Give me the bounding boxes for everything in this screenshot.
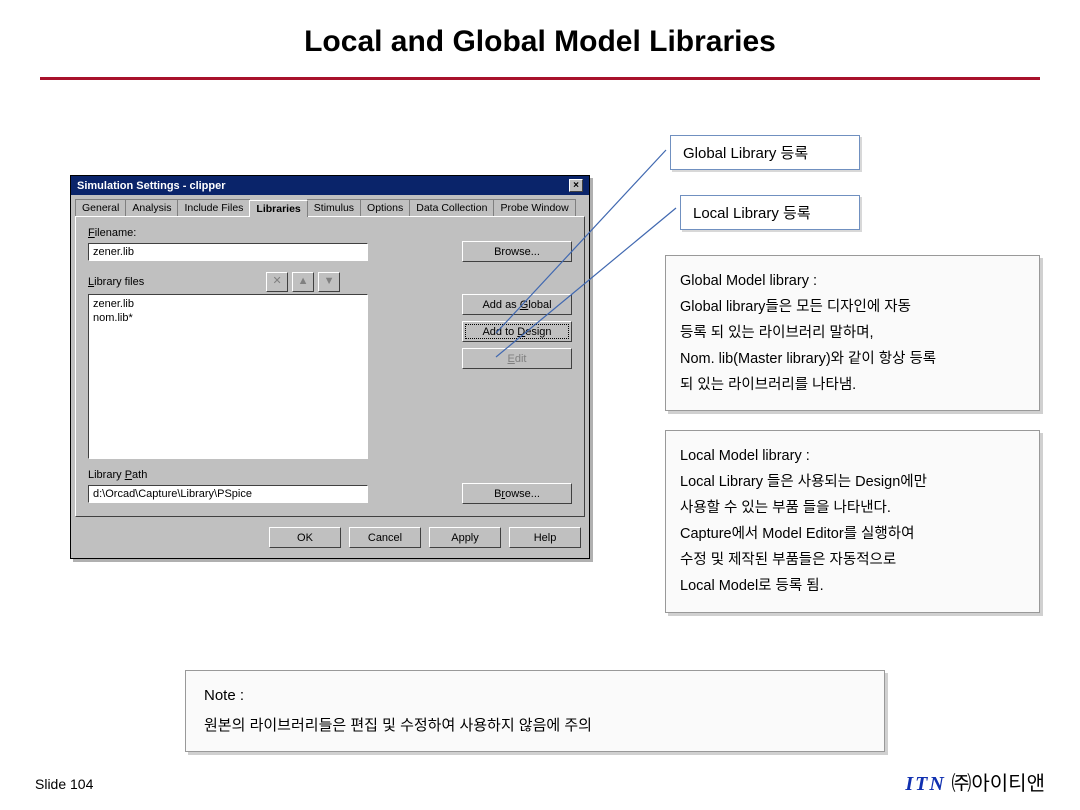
tab-stimulus[interactable]: Stimulus xyxy=(307,199,361,216)
explain-global: Global Model library : Global library들은 … xyxy=(665,255,1040,411)
explain-line: 사용할 수 있는 부품 들을 나타낸다. xyxy=(680,495,1025,521)
explain-line: Nom. lib(Master library)와 같이 항상 등록 xyxy=(680,346,1025,372)
explain-line: 수정 및 제작된 부품들은 자동적으로 xyxy=(680,547,1025,573)
add-to-design-button[interactable]: Add to Design xyxy=(462,321,572,342)
filename-label: Filename: xyxy=(88,227,572,239)
tab-analysis[interactable]: Analysis xyxy=(125,199,178,216)
explain-heading: Global Model library : xyxy=(680,268,1025,294)
close-icon[interactable]: × xyxy=(569,179,583,192)
filename-input[interactable]: zener.lib xyxy=(88,243,368,261)
explain-heading: Local Model library : xyxy=(680,443,1025,469)
dialog-button-row: OK Cancel Apply Help xyxy=(71,521,589,558)
tab-options[interactable]: Options xyxy=(360,199,410,216)
edit-button[interactable]: Edit xyxy=(462,348,572,369)
library-path-label: Library Path xyxy=(88,469,572,481)
tab-probe-window[interactable]: Probe Window xyxy=(493,199,575,216)
browse-filename-button[interactable]: Browse... xyxy=(462,241,572,262)
explain-local: Local Model library : Local Library 들은 사… xyxy=(665,430,1040,613)
help-button[interactable]: Help xyxy=(509,527,581,548)
note-heading: Note : xyxy=(204,681,866,711)
dialog-title-text: Simulation Settings - clipper xyxy=(77,180,226,192)
footer-itn: ITN xyxy=(905,773,945,795)
ok-button[interactable]: OK xyxy=(269,527,341,548)
explain-line: 되 있는 라이브러리를 나타냄. xyxy=(680,372,1025,398)
delete-icon[interactable]: ✕ xyxy=(266,272,288,292)
tab-data-collection[interactable]: Data Collection xyxy=(409,199,494,216)
move-down-icon[interactable]: ▼ xyxy=(318,272,340,292)
slide-number: Slide 104 xyxy=(35,776,93,792)
footer-rest: ㈜아이티앤 xyxy=(946,773,1045,795)
add-as-global-button[interactable]: Add as Global xyxy=(462,294,572,315)
list-item[interactable]: zener.lib xyxy=(93,297,363,311)
dialog-titlebar[interactable]: Simulation Settings - clipper × xyxy=(71,176,589,195)
explain-line: Local Model로 등록 됨. xyxy=(680,573,1025,599)
tab-strip: General Analysis Include Files Libraries… xyxy=(71,195,589,216)
tab-include-files[interactable]: Include Files xyxy=(177,199,250,216)
callout-local-library: Local Library 등록 xyxy=(680,195,860,230)
tab-libraries[interactable]: Libraries xyxy=(249,200,307,217)
cancel-button[interactable]: Cancel xyxy=(349,527,421,548)
page-title: Local and Global Model Libraries xyxy=(0,0,1080,59)
apply-button[interactable]: Apply xyxy=(429,527,501,548)
toolbar-icons: ✕ ▲ ▼ xyxy=(266,272,340,292)
simulation-settings-dialog: Simulation Settings - clipper × General … xyxy=(70,175,590,559)
footer-brand: ITN ㈜아이티앤 xyxy=(905,767,1045,796)
callout-global-library: Global Library 등록 xyxy=(670,135,860,170)
note-body: 원본의 라이브러리들은 편집 및 수정하여 사용하지 않음에 주의 xyxy=(204,711,866,741)
library-files-label: Library files xyxy=(88,276,144,288)
note-box: Note : 원본의 라이브러리들은 편집 및 수정하여 사용하지 않음에 주의 xyxy=(185,670,885,752)
library-path-input[interactable]: d:\Orcad\Capture\Library\PSpice xyxy=(88,485,368,503)
list-item[interactable]: nom.lib* xyxy=(93,311,363,325)
explain-line: Global library들은 모든 디자인에 자동 xyxy=(680,294,1025,320)
title-underline xyxy=(40,77,1040,80)
tab-general[interactable]: General xyxy=(75,199,126,216)
explain-line: 등록 되 있는 라이브러리 말하며, xyxy=(680,320,1025,346)
tab-body: Filename: zener.lib Browse... Library fi… xyxy=(75,216,585,517)
explain-line: Capture에서 Model Editor를 실행하여 xyxy=(680,521,1025,547)
explain-line: Local Library 들은 사용되는 Design에만 xyxy=(680,469,1025,495)
move-up-icon[interactable]: ▲ xyxy=(292,272,314,292)
library-files-listbox[interactable]: zener.lib nom.lib* xyxy=(88,294,368,459)
browse-path-button[interactable]: Browse... xyxy=(462,483,572,504)
